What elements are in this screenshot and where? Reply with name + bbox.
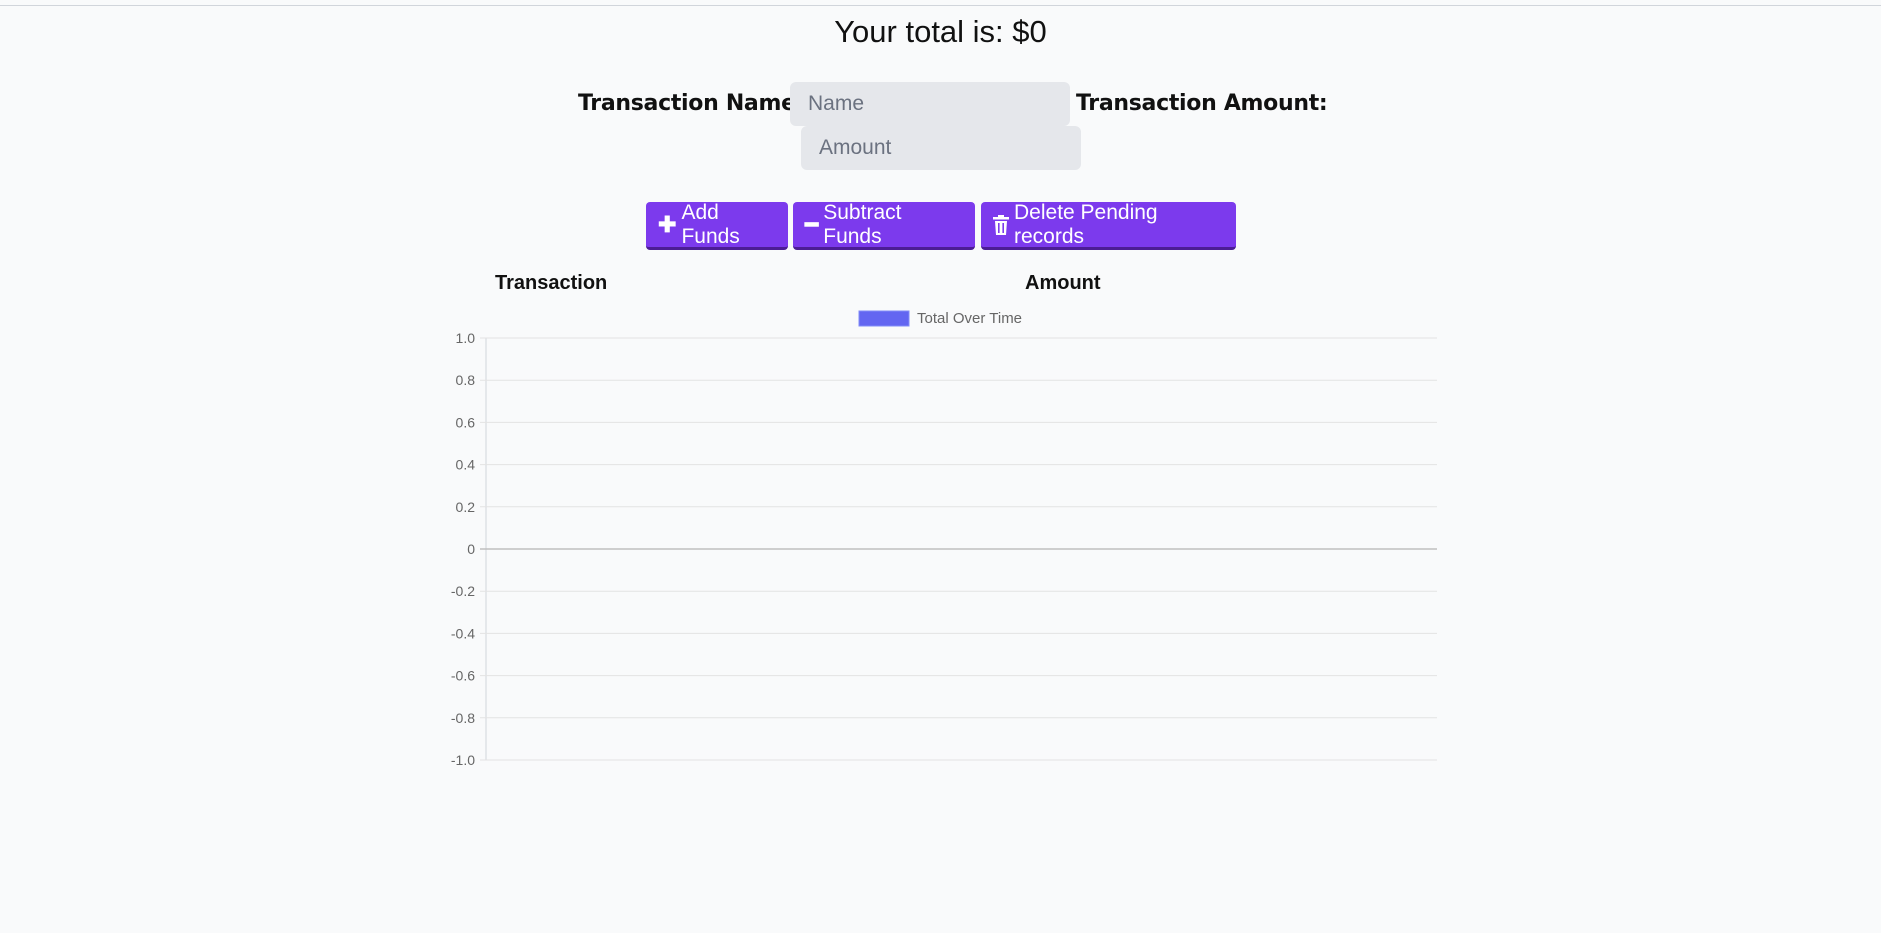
y-tick-label: -0.6 (451, 668, 475, 684)
y-tick-label: 1.0 (456, 330, 476, 346)
y-tick-label: -0.8 (451, 710, 475, 726)
total-over-time-chart: 1.0 0.8 0.6 0.4 0.2 0 -0.2 -0.4 -0.6 -0.8 -1.0 Tota… (451, 310, 1437, 768)
y-tick-label: -1.0 (451, 752, 475, 768)
legend-swatch (858, 310, 910, 327)
y-tick-label: 0.8 (456, 372, 476, 388)
y-tick-label: 0 (467, 541, 475, 557)
y-tick-label: -0.2 (451, 583, 475, 599)
y-tick-label: 0.6 (456, 414, 476, 430)
y-tick-label: 0.4 (456, 457, 476, 473)
y-tick-label: 0.2 (456, 499, 476, 515)
y-tick-label: -0.4 (451, 625, 475, 641)
legend-label: Total Over Time (917, 310, 1022, 327)
